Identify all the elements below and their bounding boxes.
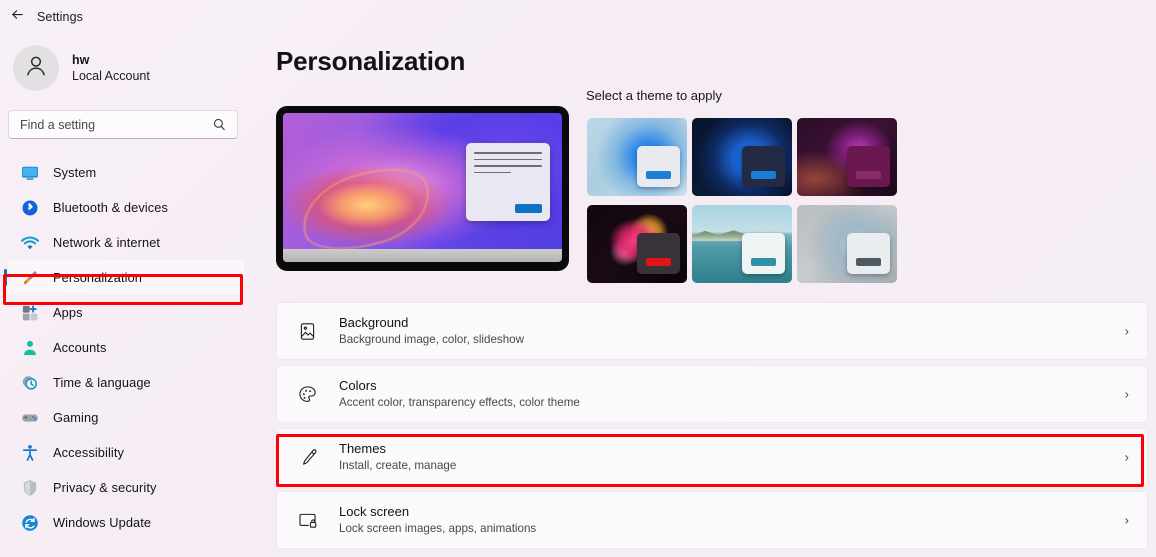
sidebar: hw Local Account Find a setting System Bl…: [0, 34, 252, 557]
clock-icon: [19, 373, 41, 393]
shield-icon: [19, 478, 41, 498]
gamepad-icon: [19, 408, 41, 428]
theme-bloom-light[interactable]: [587, 118, 687, 196]
theme-accent-bar: [646, 171, 671, 179]
sidebar-item-label: Apps: [53, 305, 83, 320]
settings-row-subtitle: Accent color, transparency effects, colo…: [339, 396, 580, 410]
settings-row-subtitle: Lock screen images, apps, animations: [339, 522, 537, 536]
settings-row-title: Lock screen: [339, 503, 410, 519]
paintbrush-icon: [19, 268, 41, 288]
palette-icon: [296, 384, 318, 405]
lockscreen-icon: [296, 510, 318, 531]
sidebar-item-apps[interactable]: Apps: [8, 295, 244, 330]
theme-window-mockup: [637, 233, 680, 274]
theme-window-mockup: [742, 146, 785, 187]
themes-section-label: Select a theme to apply: [586, 88, 722, 103]
sidebar-item-label: Accounts: [53, 340, 107, 355]
sidebar-item-label: Privacy & security: [53, 480, 157, 495]
preview-accent-button: [515, 204, 542, 213]
theme-preview-monitor: [276, 106, 569, 271]
titlebar-title: Settings: [37, 10, 83, 24]
monitor-icon: [19, 163, 41, 183]
sidebar-item-time-language[interactable]: Time & language: [8, 365, 244, 400]
settings-row-subtitle: Install, create, manage: [339, 459, 457, 473]
paintbrush-row-icon: [296, 447, 318, 468]
account-name: hw: [72, 52, 90, 67]
sidebar-item-bluetooth-devices[interactable]: Bluetooth & devices: [8, 190, 244, 225]
settings-row-colors[interactable]: Colors Accent color, transparency effects…: [276, 365, 1148, 423]
wifi-icon: [19, 233, 41, 253]
settings-row-title: Background: [339, 314, 409, 330]
sidebar-item-label: Windows Update: [53, 515, 152, 530]
chevron-right-icon[interactable]: ›: [1125, 324, 1129, 339]
sidebar-item-label: Time & language: [53, 375, 151, 390]
avatar: [13, 45, 59, 91]
picture-icon: [296, 321, 318, 342]
preview-wallpaper: [283, 113, 562, 262]
settings-row-background[interactable]: Background Background image, color, slide…: [276, 302, 1148, 360]
theme-bloom-gray[interactable]: [797, 205, 897, 283]
main-content: Personalization Select a theme to apply …: [252, 34, 1156, 557]
preview-taskbar: [283, 249, 562, 262]
bluetooth-icon: [19, 198, 41, 218]
sidebar-item-label: System: [53, 165, 97, 180]
person-icon: [19, 338, 41, 358]
chevron-right-icon[interactable]: ›: [1125, 450, 1129, 465]
sidebar-item-network-internet[interactable]: Network & internet: [8, 225, 244, 260]
apps-icon: [19, 303, 41, 323]
accessibility-icon: [19, 443, 41, 463]
theme-lake[interactable]: [692, 205, 792, 283]
settings-row-lock-screen[interactable]: Lock screen Lock screen images, apps, ani…: [276, 491, 1148, 549]
page-title: Personalization: [276, 46, 466, 76]
theme-grid: [587, 118, 901, 284]
theme-window-mockup: [847, 146, 890, 187]
sidebar-item-label: Bluetooth & devices: [53, 200, 169, 215]
back-button[interactable]: [2, 3, 32, 31]
person-avatar-icon: [23, 53, 49, 84]
chevron-right-icon[interactable]: ›: [1125, 387, 1129, 402]
theme-accent-bar: [751, 258, 776, 266]
settings-row-title: Colors: [339, 377, 377, 393]
theme-accent-bar: [646, 258, 671, 266]
theme-window-mockup: [637, 146, 680, 187]
sidebar-item-privacy-security[interactable]: Privacy & security: [8, 470, 244, 505]
account-tile[interactable]: hw Local Account: [13, 45, 252, 91]
theme-bloom-dark[interactable]: [692, 118, 792, 196]
search-icon[interactable]: [212, 117, 227, 137]
back-arrow-icon: [10, 7, 25, 27]
settings-row-title: Themes: [339, 440, 386, 456]
theme-flower-dark[interactable]: [587, 205, 687, 283]
sidebar-item-accounts[interactable]: Accounts: [8, 330, 244, 365]
theme-glow-purple[interactable]: [797, 118, 897, 196]
theme-accent-bar: [856, 258, 881, 266]
sidebar-item-windows-update[interactable]: Windows Update: [8, 505, 244, 540]
theme-accent-bar: [751, 171, 776, 179]
sidebar-item-label: Network & internet: [53, 235, 161, 250]
preview-window-mockup: [466, 143, 550, 221]
settings-row-themes[interactable]: Themes Install, create, manage ›: [276, 428, 1148, 486]
sidebar-item-personalization[interactable]: Personalization: [4, 260, 244, 295]
sidebar-item-label: Gaming: [53, 410, 99, 425]
account-subtitle: Local Account: [72, 69, 150, 83]
sidebar-item-gaming[interactable]: Gaming: [8, 400, 244, 435]
titlebar: Settings: [0, 0, 1156, 34]
update-refresh-icon: [19, 513, 41, 533]
search-placeholder: Find a setting: [20, 117, 96, 132]
theme-window-mockup: [742, 233, 785, 274]
theme-accent-bar: [856, 171, 881, 179]
sidebar-item-label: Personalization: [53, 270, 142, 285]
theme-window-mockup: [847, 233, 890, 274]
settings-row-subtitle: Background image, color, slideshow: [339, 333, 524, 347]
chevron-right-icon[interactable]: ›: [1125, 513, 1129, 528]
settings-window: Settings hw Local Account Find a setting: [0, 0, 1156, 557]
sidebar-item-accessibility[interactable]: Accessibility: [8, 435, 244, 470]
sidebar-nav: System Bluetooth & devices Network & inter…: [0, 155, 252, 540]
sidebar-item-system[interactable]: System: [8, 155, 244, 190]
settings-rows: Background Background image, color, slide…: [276, 302, 1148, 554]
search-input[interactable]: Find a setting: [8, 110, 238, 139]
sidebar-item-label: Accessibility: [53, 445, 124, 460]
